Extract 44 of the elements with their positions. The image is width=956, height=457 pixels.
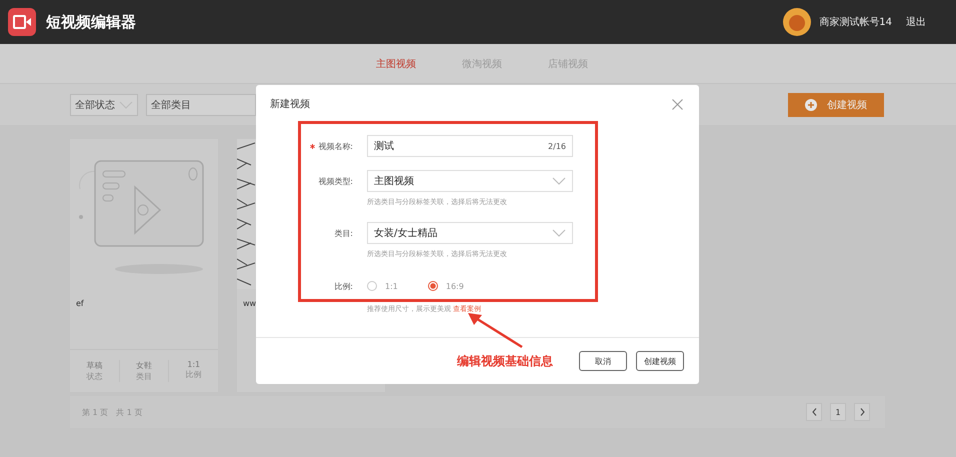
logout-link[interactable]: 退出	[906, 15, 926, 29]
plus-icon	[805, 98, 817, 110]
select-value: 全部状态	[75, 98, 115, 112]
field-label: 视频名称:	[301, 140, 353, 152]
select-field[interactable]: 主图视频	[367, 170, 573, 192]
current-page-text: 第 1 页	[82, 406, 108, 418]
select-field[interactable]: 女装/女士精品	[367, 222, 573, 244]
stat-label: 比例	[186, 369, 202, 380]
total-pages-text: 共 1 页	[116, 406, 142, 418]
radio-button[interactable]	[367, 281, 377, 291]
status-select[interactable]: 全部状态	[70, 94, 138, 116]
arrow-drawing	[468, 313, 523, 348]
required-icon	[310, 144, 316, 149]
app-title: 短视频编辑器	[46, 12, 137, 32]
field-label: 类目:	[333, 228, 353, 238]
user-name: 商家测试帐号14	[819, 16, 892, 29]
cancel-button[interactable]: 取消	[579, 351, 627, 371]
radio-button[interactable]	[428, 281, 438, 291]
field-label: 视频类型:	[317, 176, 353, 186]
chevron-down-icon	[552, 229, 566, 237]
page-button[interactable]: 1	[830, 403, 846, 421]
stat-value: 草稿	[86, 360, 102, 371]
video-title: ww	[243, 299, 256, 310]
chevron-right-icon	[860, 408, 864, 416]
avatar-icon[interactable]	[783, 8, 812, 36]
tab[interactable]: 主图视频	[376, 56, 416, 70]
name-input[interactable]: 测试 2/16	[367, 135, 573, 157]
create-button[interactable]: 创建视频	[636, 351, 684, 371]
field-label: 比例:	[333, 280, 353, 292]
chevron-left-icon	[812, 408, 816, 416]
char-counter: 2/16	[548, 142, 566, 150]
video-title: ef	[76, 299, 84, 310]
stat-value: 女鞋	[136, 360, 152, 371]
chevron-down-icon	[552, 177, 566, 185]
next-page-button[interactable]	[854, 403, 870, 421]
category-select[interactable]: 全部类目	[146, 94, 256, 116]
stat-label: 状态	[86, 371, 102, 382]
dialog-title: 新建视频	[270, 98, 310, 111]
select-value: 全部类目	[151, 98, 191, 112]
annotation-label: 编辑视频基础信息	[457, 352, 553, 370]
app-logo-icon	[8, 8, 36, 36]
stat-value: 1:1	[187, 360, 200, 369]
previous-page-button[interactable]	[806, 403, 822, 421]
close-icon[interactable]	[672, 99, 683, 110]
